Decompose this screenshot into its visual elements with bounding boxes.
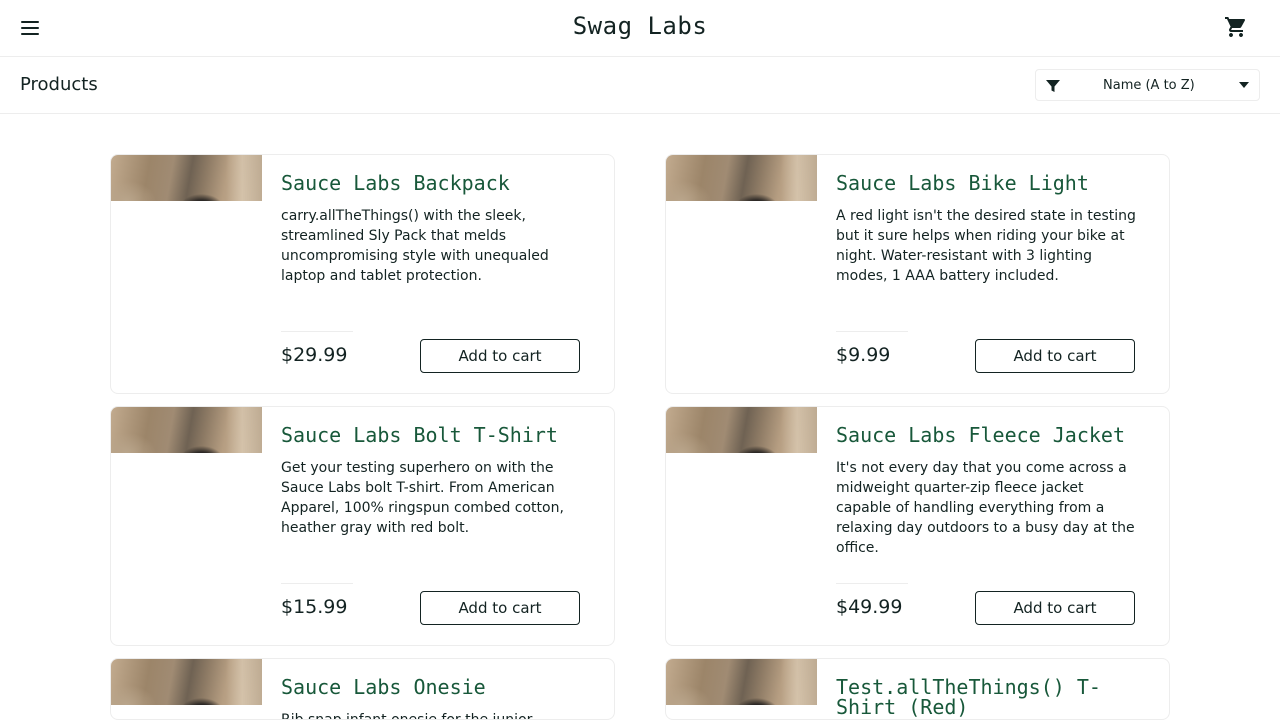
product-name-link[interactable]: Sauce Labs Onesie [281,677,601,697]
product-image[interactable] [666,659,817,705]
product-price: $29.99 [281,344,348,366]
price-divider [281,331,353,332]
inventory-item: Sauce Labs Bolt T-Shirt Get your testing… [110,406,615,646]
add-to-cart-button[interactable]: Add to cart [420,591,580,625]
sort-selected-value: Name (A to Z) [1103,78,1195,93]
product-image[interactable] [111,155,262,201]
inventory-item: Test.allTheThings() T-Shirt (Red) [665,658,1170,720]
inventory-item: Sauce Labs Backpack carry.allTheThings()… [110,154,615,394]
product-price: $49.99 [836,596,903,618]
product-description: carry.allTheThings() with the sleek, str… [281,208,549,284]
product-price: $15.99 [281,596,348,618]
menu-bar-top [21,21,39,23]
inventory-item: Sauce Labs Onesie Rib snap infant onesie… [110,658,615,720]
menu-bar-middle [21,27,39,29]
shopping-cart-icon[interactable] [1224,15,1248,39]
product-name-link[interactable]: Test.allTheThings() T-Shirt (Red) [836,677,1126,717]
product-image[interactable] [666,407,817,453]
add-to-cart-button[interactable]: Add to cart [975,339,1135,373]
product-price: $9.99 [836,344,891,366]
secondary-header: Products Name (A to Z) [0,57,1280,114]
product-name-link[interactable]: Sauce Labs Fleece Jacket [836,425,1156,445]
price-divider [836,331,908,332]
caret-down-icon [1239,82,1249,88]
price-divider [281,583,353,584]
product-name-link[interactable]: Sauce Labs Bike Light [836,173,1156,193]
product-name-link[interactable]: Sauce Labs Bolt T-Shirt [281,425,601,445]
inventory-item: Sauce Labs Fleece Jacket It's not every … [665,406,1170,646]
product-description: Rib snap infant onesie for the junior [281,712,533,720]
app-logo: Swag Labs [572,12,708,40]
cart-glyph [1225,17,1246,37]
primary-header: Swag Labs [0,0,1280,57]
product-name-link[interactable]: Sauce Labs Backpack [281,173,601,193]
product-description: It's not every day that you come across … [836,460,1135,556]
inventory-item: Sauce Labs Bike Light A red light isn't … [665,154,1170,394]
sort-select[interactable]: Name (A to Z) [1035,69,1260,101]
filter-funnel-icon [1046,80,1060,92]
price-divider [836,583,908,584]
hamburger-menu-icon[interactable] [20,19,40,37]
product-image[interactable] [666,155,817,201]
add-to-cart-button[interactable]: Add to cart [420,339,580,373]
product-image[interactable] [111,659,262,705]
page-title: Products [20,74,98,95]
menu-bar-bottom [21,33,39,35]
product-description: A red light isn't the desired state in t… [836,208,1136,284]
product-image[interactable] [111,407,262,453]
product-description: Get your testing superhero on with the S… [281,460,564,536]
add-to-cart-button[interactable]: Add to cart [975,591,1135,625]
